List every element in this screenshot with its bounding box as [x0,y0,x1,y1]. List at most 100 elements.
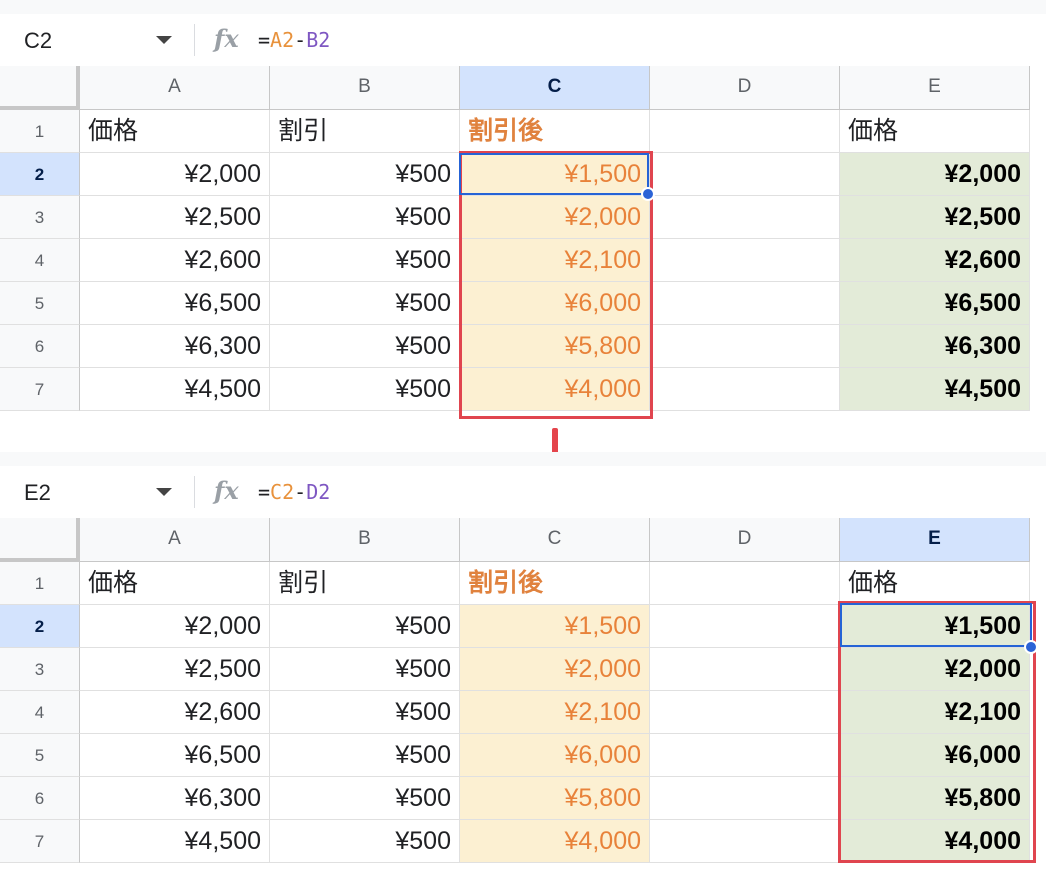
cell-e2[interactable]: ¥1,500 [840,605,1030,648]
cell-a5[interactable]: ¥6,500 [80,282,270,325]
cell-c4[interactable]: ¥2,100 [460,691,650,734]
cell-e7[interactable]: ¥4,500 [840,368,1030,411]
cell-b7[interactable]: ¥500 [270,820,460,863]
cell-c6[interactable]: ¥5,800 [460,777,650,820]
cell-c1[interactable]: 割引後 [460,110,650,153]
cell-e2[interactable]: ¥2,000 [840,153,1030,196]
row-header-6[interactable]: 6 [0,325,80,368]
cell-c7[interactable]: ¥4,000 [460,368,650,411]
row-header-5[interactable]: 5 [0,282,80,325]
row-header-4[interactable]: 4 [0,239,80,282]
cell-e3[interactable]: ¥2,000 [840,648,1030,691]
cell-e4[interactable]: ¥2,600 [840,239,1030,282]
cell-b5[interactable]: ¥500 [270,734,460,777]
row-header-6[interactable]: 6 [0,777,80,820]
cell-b7[interactable]: ¥500 [270,368,460,411]
cell-a4[interactable]: ¥2,600 [80,239,270,282]
cell-e6[interactable]: ¥5,800 [840,777,1030,820]
column-header-d[interactable]: D [650,518,840,562]
fill-handle[interactable] [641,187,655,201]
cell-d5[interactable] [650,282,840,325]
cell-d7[interactable] [650,820,840,863]
cell-a3[interactable]: ¥2,500 [80,648,270,691]
cell-b4[interactable]: ¥500 [270,239,460,282]
cell-c7[interactable]: ¥4,000 [460,820,650,863]
cell-c2[interactable]: ¥1,500 [460,153,650,196]
cell-c6[interactable]: ¥5,800 [460,325,650,368]
row-header-5[interactable]: 5 [0,734,80,777]
cell-c5[interactable]: ¥6,000 [460,734,650,777]
column-header-b[interactable]: B [270,518,460,562]
cell-b2[interactable]: ¥500 [270,605,460,648]
cell-d2[interactable] [650,605,840,648]
cell-c3[interactable]: ¥2,000 [460,196,650,239]
cell-c1[interactable]: 割引後 [460,562,650,605]
cell-b2[interactable]: ¥500 [270,153,460,196]
column-header-e[interactable]: E [840,518,1030,562]
row-header-3[interactable]: 3 [0,196,80,239]
cell-d1[interactable] [650,110,840,153]
cell-a4[interactable]: ¥2,600 [80,691,270,734]
cell-d1[interactable] [650,562,840,605]
cell-a5[interactable]: ¥6,500 [80,734,270,777]
cell-e3[interactable]: ¥2,500 [840,196,1030,239]
cell-e1[interactable]: 価格 [840,562,1030,605]
cell-a2[interactable]: ¥2,000 [80,605,270,648]
row-header-1[interactable]: 1 [0,562,80,605]
column-header-b[interactable]: B [270,66,460,110]
column-header-e[interactable]: E [840,66,1030,110]
cell-e5[interactable]: ¥6,000 [840,734,1030,777]
fill-handle[interactable] [1024,640,1038,654]
column-header-a[interactable]: A [80,518,270,562]
cell-b3[interactable]: ¥500 [270,196,460,239]
cell-c3[interactable]: ¥2,000 [460,648,650,691]
select-all-corner[interactable] [0,66,80,110]
cell-d4[interactable] [650,691,840,734]
cell-a7[interactable]: ¥4,500 [80,368,270,411]
select-all-corner[interactable] [0,518,80,562]
row-header-7[interactable]: 7 [0,368,80,411]
row-header-1[interactable]: 1 [0,110,80,153]
cell-a1[interactable]: 価格 [80,562,270,605]
cell-b5[interactable]: ¥500 [270,282,460,325]
cell-d2[interactable] [650,153,840,196]
cell-a6[interactable]: ¥6,300 [80,325,270,368]
column-header-a[interactable]: A [80,66,270,110]
row-header-2[interactable]: 2 [0,605,80,648]
cell-b1[interactable]: 割引 [270,110,460,153]
cell-a1[interactable]: 価格 [80,110,270,153]
cell-d3[interactable] [650,196,840,239]
cell-c2[interactable]: ¥1,500 [460,605,650,648]
cell-d6[interactable] [650,777,840,820]
column-header-c[interactable]: C [460,518,650,562]
row-header-3[interactable]: 3 [0,648,80,691]
column-header-d[interactable]: D [650,66,840,110]
cell-d4[interactable] [650,239,840,282]
cell-d3[interactable] [650,648,840,691]
cell-b6[interactable]: ¥500 [270,325,460,368]
cell-b4[interactable]: ¥500 [270,691,460,734]
cell-b1[interactable]: 割引 [270,562,460,605]
cell-d6[interactable] [650,325,840,368]
name-box[interactable]: E2 [24,480,51,506]
cell-a6[interactable]: ¥6,300 [80,777,270,820]
cell-c5[interactable]: ¥6,000 [460,282,650,325]
cell-b3[interactable]: ¥500 [270,648,460,691]
chevron-down-icon[interactable] [156,36,172,44]
cell-d5[interactable] [650,734,840,777]
cell-b6[interactable]: ¥500 [270,777,460,820]
row-header-4[interactable]: 4 [0,691,80,734]
formula-input[interactable]: =A2-B2 [258,28,330,52]
cell-e4[interactable]: ¥2,100 [840,691,1030,734]
cell-e5[interactable]: ¥6,500 [840,282,1030,325]
row-header-2[interactable]: 2 [0,153,80,196]
cell-c4[interactable]: ¥2,100 [460,239,650,282]
cell-e6[interactable]: ¥6,300 [840,325,1030,368]
cell-d7[interactable] [650,368,840,411]
cell-a2[interactable]: ¥2,000 [80,153,270,196]
cell-a7[interactable]: ¥4,500 [80,820,270,863]
cell-e7[interactable]: ¥4,000 [840,820,1030,863]
formula-input[interactable]: =C2-D2 [258,480,330,504]
cell-a3[interactable]: ¥2,500 [80,196,270,239]
cell-e1[interactable]: 価格 [840,110,1030,153]
